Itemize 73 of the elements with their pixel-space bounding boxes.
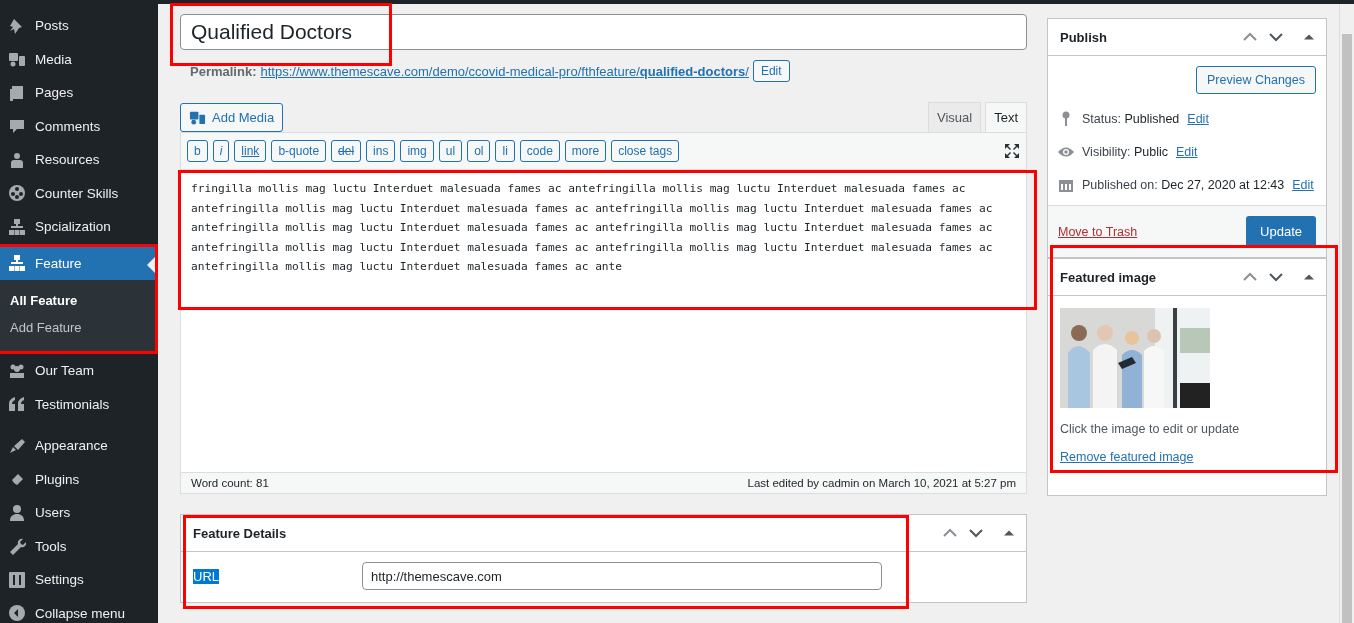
fullscreen-icon[interactable]: [1004, 143, 1020, 159]
menu-icon: [8, 150, 26, 169]
editor-tab[interactable]: Text: [985, 102, 1027, 132]
quicktag-button[interactable]: ins: [366, 140, 396, 162]
quicktag-button[interactable]: li: [495, 140, 515, 162]
menu-item[interactable]: Users: [0, 496, 158, 530]
panel-title: Publish: [1060, 29, 1107, 45]
submenu-item[interactable]: All Feature: [0, 287, 155, 314]
submenu-item[interactable]: Add Feature: [0, 314, 155, 341]
menu-item[interactable]: Testimonials: [0, 387, 158, 421]
preview-button[interactable]: Preview Changes: [1196, 66, 1316, 94]
quicktag-button[interactable]: i: [212, 140, 230, 162]
permalink-label: Permalink:: [190, 63, 257, 79]
menu-item[interactable]: Tools: [0, 529, 158, 563]
quicktag-button[interactable]: ul: [438, 140, 463, 162]
menu-icon: [8, 117, 26, 136]
quicktag-button[interactable]: close tags: [611, 140, 680, 162]
menu-item[interactable]: Spcialization: [0, 210, 158, 244]
menu-icon: [8, 50, 26, 69]
edit-link[interactable]: Edit: [1292, 178, 1314, 192]
quicktag-button[interactable]: b: [187, 140, 208, 162]
menu-item[interactable]: Comments: [0, 109, 158, 143]
publish-info: Visibility: Public: [1082, 145, 1168, 159]
menu-icon: [8, 254, 26, 273]
content-text[interactable]: fringilla mollis mag luctu Interduet malesuada fames ac antefringilla mollis mag luctu Interduet malesuada fames ac antefringilla mollis mag luctu Interduet malesuada fames ac antefringilla mollis mag luctu Interduet malesuada fames ac antefringilla mollis mag luctu Interduet malesuada fames ac antefringilla mollis mag luctu Interduet malesuada fames ac antefringilla mollis mag luctu Interduet malesuada fames ac antefringilla mollis mag luctu Interduet malesuada fames ac antefringilla mollis mag luctu Interduet malesuada fames ac ante: [183, 172, 1024, 284]
image-hint: Click the image to edit or update: [1060, 422, 1241, 436]
remove-image-link[interactable]: Remove featured image: [1060, 450, 1194, 464]
quicktag-button[interactable]: b-quote: [271, 140, 327, 162]
menu-icon: [8, 217, 26, 236]
menu-item[interactable]: Collapse menu: [0, 596, 158, 623]
edit-link[interactable]: Edit: [1175, 145, 1198, 159]
last-edited: Last edited by cadmin on March 10, 2021 at 5:27 pm: [747, 477, 1016, 489]
quicktag-button[interactable]: code: [519, 140, 560, 162]
scrollbar-thumb[interactable]: [1342, 34, 1352, 623]
edit-permalink-button[interactable]: Edit: [752, 60, 790, 82]
menu-icon: [8, 570, 26, 589]
url-field[interactable]: http://themescave.com: [362, 562, 882, 590]
menu-item[interactable]: Resources: [0, 143, 158, 177]
trash-link[interactable]: Move to Trash: [1058, 224, 1138, 239]
menu-item[interactable]: Settings: [0, 563, 158, 597]
menu-item[interactable]: Plugins: [0, 462, 158, 496]
permalink-link[interactable]: https://www.themescave.com/demo/ccovid-medical-pro/fthfeature/qualified-doctors/: [260, 63, 749, 79]
quicktag-button[interactable]: more: [564, 140, 607, 162]
menu-icon: [8, 83, 26, 102]
quicktag-button[interactable]: del: [331, 140, 362, 162]
add-media-button[interactable]: Add Media: [180, 103, 284, 132]
menu-item[interactable]: Pages: [0, 76, 158, 110]
menu-icon: [8, 395, 26, 414]
menu-item[interactable]: Media: [0, 42, 158, 76]
menu-icon: [8, 184, 26, 203]
menu-item[interactable]: Counter Skills: [0, 176, 158, 210]
quicktag-button[interactable]: link: [234, 140, 267, 162]
publish-info: Published on: Dec 27, 2020 at 12:43: [1082, 178, 1285, 192]
menu-icon: [8, 436, 26, 455]
panel-title: Featured image: [1060, 269, 1157, 285]
calendar-icon: [1058, 177, 1074, 193]
word-count: Word count: 81: [191, 477, 269, 489]
menu-item[interactable]: Posts: [0, 9, 158, 43]
quicktag-button[interactable]: ol: [467, 140, 491, 162]
editor-tab[interactable]: Visual: [927, 102, 982, 132]
panel-title: Feature Details: [193, 525, 287, 541]
menu-item[interactable]: Feature: [0, 246, 155, 280]
edit-link[interactable]: Edit: [1187, 112, 1209, 126]
menu-icon: [8, 503, 26, 522]
field-label: URL: [193, 568, 219, 584]
update-button[interactable]: Update: [1246, 216, 1316, 247]
menu-item[interactable]: Appearance: [0, 429, 158, 463]
menu-item[interactable]: Our Team: [0, 354, 158, 388]
menu-icon: [8, 537, 26, 556]
title-field[interactable]: Qualified Doctors: [180, 14, 1027, 50]
quicktag-button[interactable]: img: [400, 140, 434, 162]
media-icon: [189, 109, 206, 126]
publish-info: Status: Published: [1082, 112, 1180, 126]
